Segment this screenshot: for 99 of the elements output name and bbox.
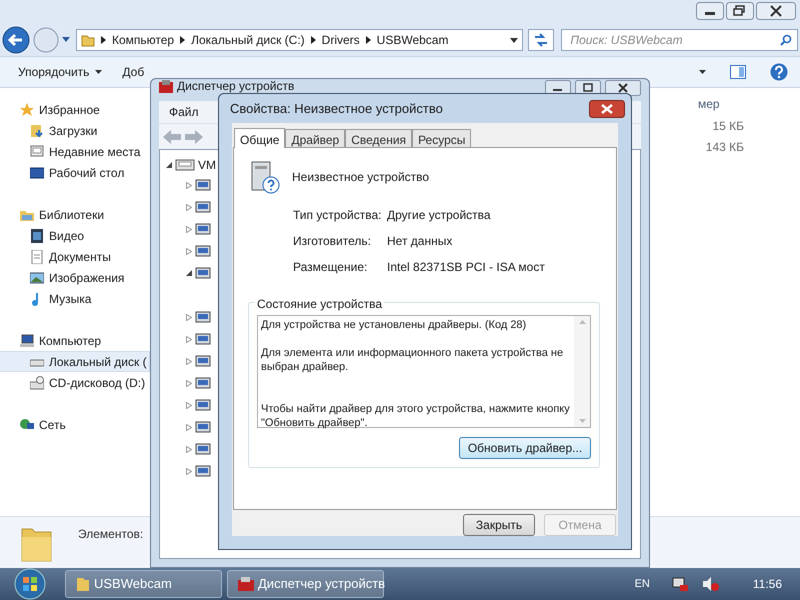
breadcrumb[interactable]: Локальный диск (C:): [191, 31, 305, 49]
scroll-down-icon: [578, 419, 586, 423]
help-icon: [770, 63, 788, 81]
device-icon: [195, 265, 211, 281]
item-count-label: Элементов:: [78, 526, 144, 542]
taskbar-button[interactable]: USBWebcam: [65, 570, 222, 598]
dialog-button[interactable]: Закрыть: [463, 514, 535, 536]
tab[interactable]: Сведения: [345, 129, 412, 147]
device-icon: [195, 397, 211, 413]
scroll-up-icon: [578, 320, 586, 324]
caret-icon: [95, 70, 102, 74]
property-value: Нет данных: [387, 233, 454, 250]
back-icon: [2, 26, 30, 54]
chevron-icon: [180, 36, 186, 44]
device-icon: [195, 331, 211, 347]
breadcrumb[interactable]: USBWebcam: [376, 31, 448, 49]
folder-icon: [76, 576, 90, 592]
volume-muted-icon: [702, 576, 720, 592]
nav-item[interactable]: Избранное: [0, 99, 150, 120]
column-header[interactable]: мер: [698, 95, 720, 113]
tree-node-label[interactable]: VM: [198, 156, 216, 174]
device-icon: [195, 199, 211, 215]
chevron-icon: [366, 36, 371, 44]
address-bar[interactable]: Компьютер Локальный диск (C:) Drivers USBWebcam: [76, 29, 524, 51]
computer-icon: [175, 157, 195, 173]
property-label: Тип устройства:: [293, 207, 382, 224]
nav-item[interactable]: CD-дисковод (D:): [0, 372, 150, 393]
status-message: Чтобы найти драйвер для этого устройства, нажмите кнопку "Обновить драйвер".: [261, 402, 571, 430]
update-driver-button[interactable]: Обновить драйвер...: [459, 437, 591, 459]
taskbar-button[interactable]: Диспетчер устройств: [227, 570, 384, 598]
downloads-icon: [30, 124, 44, 138]
breadcrumb[interactable]: Компьютер: [112, 31, 174, 49]
cd-icon: [30, 376, 44, 390]
menu-item[interactable]: Файл: [169, 103, 199, 121]
tab[interactable]: Драйвер: [285, 129, 346, 147]
nav-item[interactable]: Сеть: [0, 414, 150, 435]
device-icon: [195, 463, 211, 479]
nav-item[interactable]: Недавние места: [0, 141, 150, 162]
video-icon: [30, 228, 44, 242]
recent-icon: [30, 144, 44, 158]
file-size: 143 КБ: [706, 139, 744, 156]
tab[interactable]: Общие: [234, 128, 286, 148]
toolbar-button[interactable]: Доб: [122, 63, 144, 81]
refresh-icon: [528, 29, 554, 51]
property-value: Intel 82371SB PCI - ISA мост: [387, 259, 546, 276]
folder-icon: [81, 33, 95, 47]
dropdown-icon: [510, 38, 518, 42]
device-icon: [195, 419, 211, 435]
file-size: 15 КБ: [712, 118, 744, 135]
chevron-icon: [310, 36, 316, 44]
breadcrumb[interactable]: Drivers: [322, 31, 360, 49]
network-icon: [20, 418, 34, 432]
close-icon: [605, 80, 641, 96]
tab[interactable]: Ресурсы: [412, 129, 472, 147]
status-message: Для устройства не установлены драйверы. (Код 28): [261, 318, 528, 332]
status-text-box[interactable]: Для устройства не установлены драйверы. (Код 28) Для элемента или информационного пакета устройства не выбран драйвер. Чтобы найти драйвер для этого устройства, нажмите кнопку "Обновить драйвер".: [257, 315, 591, 428]
nav-item[interactable]: Загрузки: [0, 120, 150, 141]
nav-item[interactable]: Компьютер: [0, 330, 150, 351]
desktop-icon: [30, 166, 44, 180]
language-indicator[interactable]: EN: [634, 576, 650, 592]
status-message: Для элемента или информационного пакета устройства не выбран драйвер.: [261, 346, 564, 374]
nav-item[interactable]: Изображения: [0, 267, 150, 288]
nav-item[interactable]: Локальный диск (: [0, 351, 150, 372]
close-icon: [589, 100, 625, 118]
clock[interactable]: 11:56: [752, 575, 782, 593]
search-field[interactable]: Поиск: USBWebcam: [561, 29, 798, 51]
nav-item[interactable]: Рабочий стол: [0, 162, 150, 183]
nav-item[interactable]: Библиотеки: [0, 204, 150, 225]
device-icon: [195, 243, 211, 259]
nav-item[interactable]: Видео: [0, 225, 150, 246]
computer-icon: [20, 334, 34, 348]
dropdown-icon: [62, 37, 70, 43]
device-icon: [195, 375, 211, 391]
nav-item[interactable]: Документы: [0, 246, 150, 267]
favorites-icon: [20, 102, 34, 116]
preview-pane-icon: [730, 65, 746, 79]
property-value: Другие устройства: [387, 207, 492, 224]
network-warning-icon: [670, 576, 689, 592]
device-icon: [195, 309, 211, 325]
forward-arrow-icon: [185, 130, 203, 144]
dialog-title: Свойства: Неизвестное устройство: [230, 100, 443, 118]
device-manager-icon: [238, 577, 254, 591]
device-manager-icon: [159, 80, 173, 93]
device-icon: [195, 221, 211, 237]
device-icon: [195, 353, 211, 369]
nav-item[interactable]: Музыка: [0, 288, 150, 309]
pictures-icon: [30, 270, 44, 284]
device-icon: [195, 177, 211, 193]
chevron-icon: [101, 36, 106, 44]
device-icon: [195, 441, 211, 457]
device-name: Неизвестное устройство: [292, 169, 430, 186]
window-title: Диспетчер устройств: [177, 80, 294, 92]
organize-button[interactable]: Упорядочить: [18, 63, 102, 81]
caret-icon: [699, 70, 706, 74]
property-label: Изготовитель:: [293, 233, 372, 250]
property-label: Размещение:: [293, 259, 368, 276]
back-arrow-icon: [163, 130, 181, 144]
documents-icon: [30, 250, 44, 264]
search-icon: [780, 34, 792, 46]
